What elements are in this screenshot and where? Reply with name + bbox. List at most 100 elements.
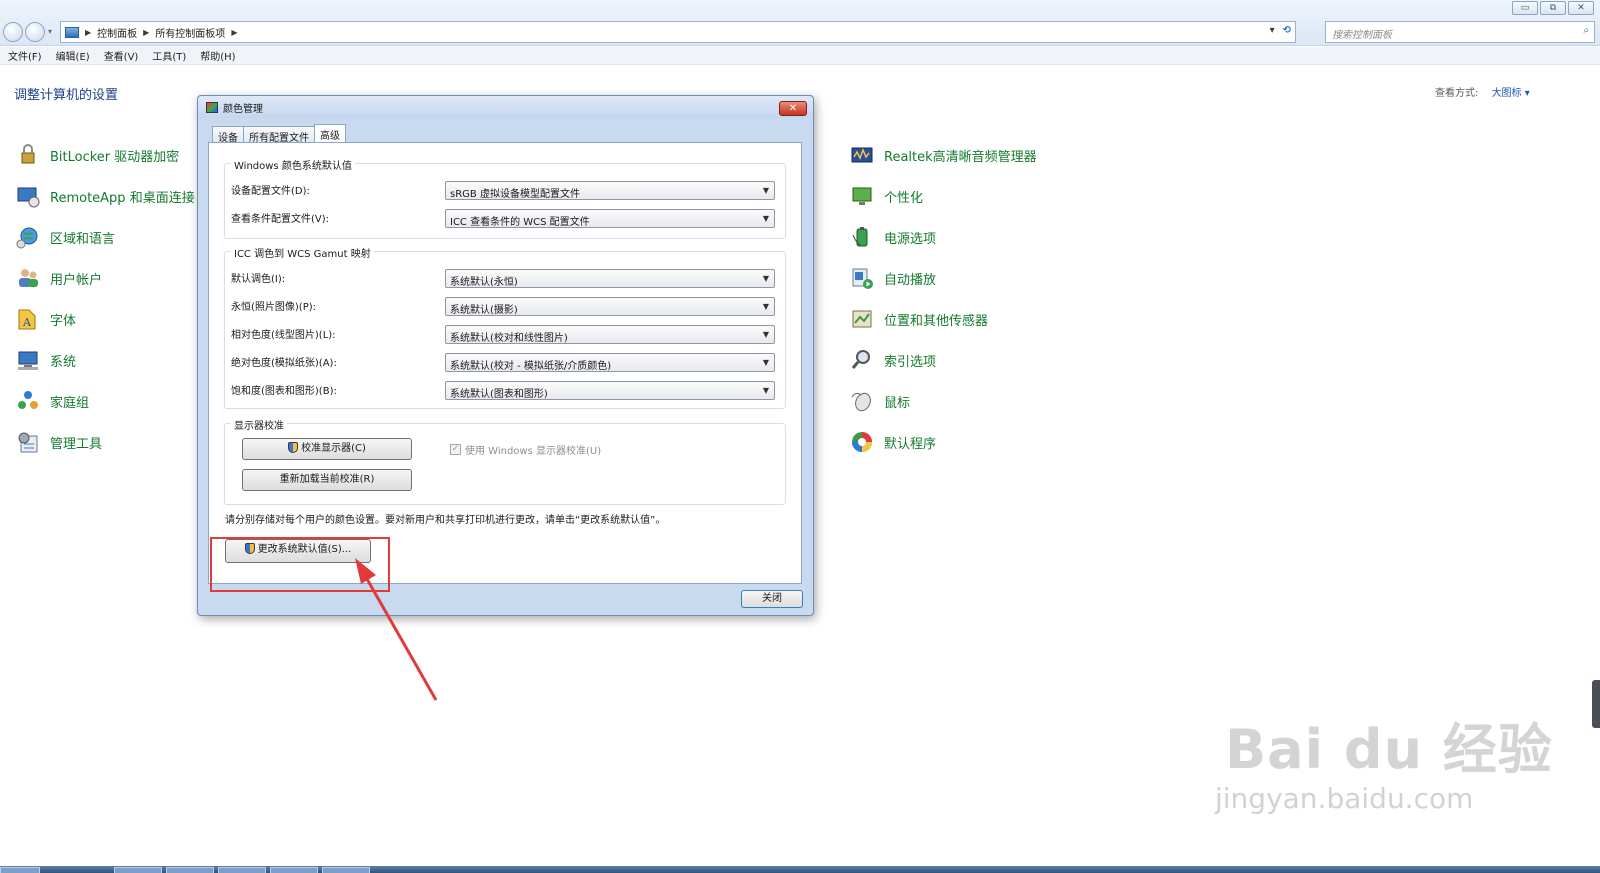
refresh-icon[interactable]: ⟲ [1283, 25, 1291, 36]
search-placeholder: 搜索控制面板 [1332, 30, 1392, 41]
cp-item-indexing[interactable]: 索引选项 [850, 348, 936, 372]
tab-advanced[interactable]: 高级 [314, 124, 346, 142]
cp-item-users[interactable]: 用户帐户 [16, 266, 102, 290]
svg-text:A: A [22, 316, 32, 329]
taskbar [0, 866, 1600, 873]
menu-file[interactable]: 文件(F) [8, 48, 42, 63]
default-rendering-label: 默认调色(I): [231, 274, 286, 285]
start-button[interactable] [0, 867, 40, 873]
back-button[interactable] [3, 22, 23, 42]
cp-item-bitlocker[interactable]: BitLocker 驱动器加密 [16, 143, 179, 167]
chevron-down-icon: ▼ [762, 186, 769, 195]
side-scroll-handle[interactable] [1592, 680, 1600, 728]
menu-edit[interactable]: 编辑(E) [56, 48, 90, 63]
saturation-select[interactable]: 系统默认(图表和图形) ▼ [445, 381, 775, 400]
viewing-conditions-select[interactable]: ICC 查看条件的 WCS 配置文件 ▼ [445, 209, 775, 228]
taskbar-item[interactable] [166, 867, 214, 873]
cp-item-region[interactable]: 区域和语言 [16, 225, 115, 249]
device-profile-select[interactable]: sRGB 虚拟设备模型配置文件 ▼ [445, 181, 775, 200]
cp-item-label: BitLocker 驱动器加密 [50, 149, 180, 165]
dialog-titlebar[interactable]: 颜色管理 ✕ [198, 96, 813, 118]
advanced-panel: Windows 颜色系统默认值 设备配置文件(D): sRGB 虚拟设备模型配置… [208, 142, 802, 584]
forward-button[interactable] [25, 22, 45, 42]
breadcrumb-arrow-icon[interactable]: ▶ [143, 28, 149, 37]
cp-item-fonts[interactable]: A 字体 [16, 307, 76, 331]
breadcrumb-arrow-icon[interactable]: ▶ [85, 28, 91, 37]
power-icon [852, 227, 868, 247]
remoteapp-icon [17, 187, 40, 208]
cp-item-label: 自动播放 [884, 272, 937, 288]
search-icon[interactable]: ⌕ [1583, 25, 1589, 36]
chevron-down-icon: ▼ [762, 274, 769, 283]
cp-item-realtek-audio[interactable]: Realtek高清晰音频管理器 [850, 143, 1037, 167]
address-field[interactable]: ▶ 控制面板 ▶ 所有控制面板项 ▶ ▾ ⟲ [60, 21, 1296, 43]
perceptual-select[interactable]: 系统默认(摄影) ▼ [445, 297, 775, 316]
cp-item-sensors[interactable]: 位置和其他传感器 [850, 307, 988, 331]
cp-item-label: RemoteApp 和桌面连接 [50, 190, 195, 206]
default-rendering-select[interactable]: 系统默认(永恒) ▼ [445, 269, 775, 288]
device-profile-value: sRGB 虚拟设备模型配置文件 [450, 189, 580, 200]
autoplay-icon [852, 268, 873, 289]
breadcrumb-control-panel[interactable]: 控制面板 [97, 25, 137, 40]
menu-tools[interactable]: 工具(T) [152, 48, 186, 63]
absolute-colorimetric-select[interactable]: 系统默认(校对 - 模拟纸张/介质颜色) ▼ [445, 353, 775, 372]
watermark-url: jingyan.baidu.com [1215, 782, 1474, 815]
viewing-conditions-value: ICC 查看条件的 WCS 配置文件 [450, 217, 590, 228]
saturation-label: 饱和度(图表和图形)(B): [231, 386, 337, 397]
cp-item-homegroup[interactable]: 家庭组 [16, 389, 89, 413]
reload-calibration-button[interactable]: 重新加载当前校准(R) [242, 469, 412, 491]
users-icon [19, 269, 38, 287]
view-by: 查看方式: 大图标 ▾ [1435, 84, 1530, 99]
viewing-conditions-label: 查看条件配置文件(V): [231, 214, 330, 225]
use-windows-calibration-checkbox[interactable]: ✓ [450, 444, 461, 455]
cp-item-label: 个性化 [884, 190, 924, 206]
baidu-watermark: Bai du 经验 jingyan.baidu.com [1215, 705, 1553, 815]
view-by-dropdown[interactable]: 大图标 ▾ [1492, 88, 1530, 99]
relative-colorimetric-select[interactable]: 系统默认(校对和线性图片) ▼ [445, 325, 775, 344]
taskbar-item[interactable] [218, 867, 266, 873]
cp-item-autoplay[interactable]: 自动播放 [850, 266, 936, 290]
chevron-down-icon: ▼ [762, 302, 769, 311]
cp-item-label: 索引选项 [884, 354, 937, 370]
page-title: 调整计算机的设置 [14, 88, 119, 103]
cp-item-label: 管理工具 [50, 436, 103, 452]
minimize-button[interactable]: ▭ [1512, 1, 1538, 15]
cp-item-personalize[interactable]: 个性化 [850, 184, 923, 208]
tab-all-profiles[interactable]: 所有配置文件 [243, 126, 315, 144]
tab-devices[interactable]: 设备 [212, 126, 244, 144]
address-dropdown-icon[interactable]: ▾ [1270, 25, 1275, 36]
cp-item-mouse[interactable]: 鼠标 [850, 389, 910, 413]
cp-item-admin-tools[interactable]: 管理工具 [16, 430, 102, 454]
cp-item-power[interactable]: 电源选项 [850, 225, 936, 249]
calibrate-display-button[interactable]: 校准显示器(C) [242, 438, 412, 460]
window-close-button[interactable]: ✕ [1568, 1, 1594, 15]
breadcrumb-all-items[interactable]: 所有控制面板项 [155, 25, 225, 40]
dialog-close-button[interactable]: ✕ [779, 101, 807, 116]
breadcrumb-arrow-icon[interactable]: ▶ [231, 28, 237, 37]
taskbar-item[interactable] [270, 867, 318, 873]
watermark-logo-text: Bai du 经验 [1225, 718, 1553, 781]
chevron-down-icon: ▼ [762, 330, 769, 339]
calibrate-display-label: 校准显示器(C) [301, 443, 366, 454]
restore-button[interactable]: ⧉ [1540, 1, 1566, 15]
system-icon [18, 351, 38, 370]
menu-help[interactable]: 帮助(H) [200, 48, 235, 63]
search-input[interactable]: 搜索控制面板 ⌕ [1325, 21, 1595, 43]
close-button[interactable]: 关闭 [741, 590, 803, 608]
cp-item-default-programs[interactable]: 默认程序 [850, 430, 936, 454]
cp-item-label: 电源选项 [884, 231, 937, 247]
device-profile-label: 设备配置文件(D): [231, 186, 310, 197]
mouse-icon [851, 392, 871, 412]
cp-item-label: 用户帐户 [50, 272, 103, 288]
taskbar-item[interactable] [114, 867, 162, 873]
address-toolbar: ▭ ⧉ ✕ ▾ ▶ 控制面板 ▶ 所有控制面板项 ▶ ▾ ⟲ 搜索控制面板 ⌕ [0, 0, 1600, 46]
use-windows-calibration[interactable]: ✓ 使用 Windows 显示器校准(U) [450, 442, 601, 457]
menu-view[interactable]: 查看(V) [104, 48, 139, 63]
cp-item-remoteapp[interactable]: RemoteApp 和桌面连接 [16, 184, 195, 208]
cp-item-system[interactable]: 系统 [16, 348, 76, 372]
dialog-tabs: 设备 所有配置文件 高级 [212, 124, 346, 144]
taskbar-item[interactable] [322, 867, 370, 873]
recent-pages-dropdown[interactable]: ▾ [48, 27, 52, 36]
group-title: ICC 调色到 WCS Gamut 映射 [231, 245, 374, 260]
cp-item-label: 位置和其他传感器 [884, 313, 989, 329]
